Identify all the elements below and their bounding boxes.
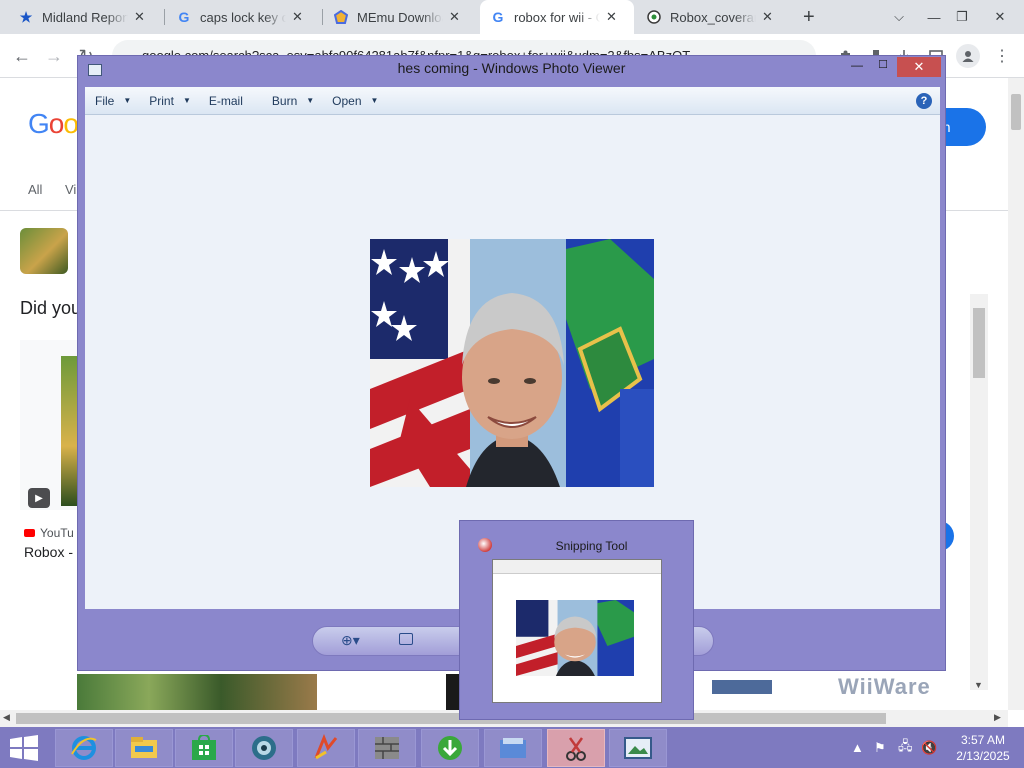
close-tab-icon[interactable]: ✕ (449, 9, 460, 25)
kebab-menu-icon[interactable]: ⋮ (990, 44, 1014, 68)
wiiware-logo-text[interactable]: WiiWare (838, 674, 931, 700)
menu-open[interactable]: Open ▼ (323, 87, 387, 115)
panel-scrollbar[interactable]: ▼ (970, 294, 988, 690)
close-tab-icon[interactable]: ✕ (134, 9, 145, 25)
photo-viewer-menubar: File ▼ Print ▼ E-mail Burn ▼ Open ▼ ? (85, 87, 940, 115)
tab-search-chevron-icon[interactable]: ⌵ (882, 0, 916, 34)
scroll-thumb[interactable] (16, 713, 886, 724)
popup-title: Snipping Tool (555, 539, 628, 553)
tab-title: robox for wii - G (514, 9, 600, 25)
file-explorer-icon[interactable] (115, 729, 173, 767)
internet-explorer-icon[interactable] (55, 729, 113, 767)
result-title[interactable]: Robox - (24, 544, 73, 560)
wikipedia-icon (646, 9, 662, 25)
preview-toolbar (493, 560, 661, 574)
menu-print[interactable]: Print ▼ (140, 87, 200, 115)
photo-viewer-icon[interactable] (609, 729, 667, 767)
close-tab-icon[interactable]: ✕ (606, 9, 617, 25)
back-arrow-icon[interactable]: ← (8, 42, 36, 70)
video-thumbnail[interactable] (61, 356, 77, 506)
network-icon[interactable]: 🖧 (898, 727, 913, 768)
browser-tab[interactable]: Robox_coverart. ✕ (636, 0, 783, 34)
action-center-flag-icon[interactable]: ⚑ (874, 727, 886, 768)
close-tab-icon[interactable]: ✕ (292, 9, 303, 25)
volume-muted-icon[interactable]: 🔇 (921, 727, 937, 768)
browser-tab-strip: ★ Midland Reporte ✕ G caps lock key on ✕… (0, 0, 1024, 34)
minimize-button[interactable]: — (846, 58, 868, 76)
tab-title: Robox_coverart. (670, 9, 756, 25)
download-manager-icon[interactable] (421, 729, 479, 767)
scroll-thumb[interactable] (973, 308, 985, 378)
youtube-source: YouTu (24, 526, 74, 540)
google-logo: Goo (28, 108, 79, 139)
browser-tab[interactable]: MEmu Downloa ✕ (323, 0, 470, 34)
snipping-tool-icon[interactable] (547, 729, 605, 767)
result-thumbnail[interactable] (20, 228, 68, 274)
menu-email[interactable]: E-mail (200, 87, 263, 115)
paint-app-icon[interactable] (297, 729, 355, 767)
browser-tab-active[interactable]: G robox for wii - G ✕ (480, 0, 634, 34)
new-tab-button[interactable]: + (803, 6, 815, 29)
filter-all-tab[interactable]: All (28, 182, 42, 197)
menu-file[interactable]: File ▼ (85, 87, 140, 115)
store-icon[interactable] (175, 729, 233, 767)
window-title: hes coming - Windows Photo Viewer (397, 60, 626, 76)
google-g-icon: G (178, 9, 190, 25)
restore-icon[interactable]: ❐ (945, 0, 979, 34)
tab-separator (164, 9, 165, 25)
globe-app-icon[interactable] (235, 729, 293, 767)
filter-videos-tab[interactable]: Vi (65, 182, 76, 197)
image-result[interactable] (77, 674, 317, 710)
clock-time: 3:57 AM (960, 733, 1006, 747)
profile-avatar-icon[interactable] (956, 44, 980, 68)
scroll-right-arrow-icon[interactable]: ▶ (994, 712, 1001, 723)
maximize-button[interactable]: ☐ (872, 58, 894, 76)
image-result[interactable] (446, 674, 460, 710)
windows-taskbar: ▲ ⚑ 🖧 🔇 3:57 AM 2/13/2025 (0, 727, 1024, 768)
preview-photo (516, 600, 634, 676)
snipping-tool-thumbnail-popup[interactable]: Snipping Tool (459, 520, 694, 720)
scroll-thumb[interactable] (1011, 94, 1021, 130)
start-windows-icon[interactable] (10, 735, 38, 764)
image-result[interactable] (712, 680, 772, 694)
scroll-left-arrow-icon[interactable]: ◀ (3, 712, 10, 723)
close-tab-icon[interactable]: ✕ (762, 9, 773, 25)
browser-tab[interactable]: ★ Midland Reporte ✕ (8, 0, 155, 34)
actual-size-icon[interactable] (399, 633, 413, 645)
did-you-mean-heading: Did you (20, 298, 82, 318)
folder-app-icon[interactable] (484, 729, 542, 767)
forward-arrow-icon[interactable]: → (40, 42, 68, 70)
dropdown-arrow-icon: ▼ (370, 96, 379, 105)
youtube-icon (24, 529, 35, 537)
help-icon[interactable]: ? (916, 93, 932, 109)
dropdown-arrow-icon: ▼ (306, 96, 315, 105)
scroll-down-arrow-icon[interactable]: ▼ (974, 680, 983, 690)
tab-title: Midland Reporte (42, 9, 128, 25)
browser-tab[interactable]: G caps lock key on ✕ (166, 0, 313, 34)
page-vertical-scrollbar[interactable] (1008, 78, 1024, 710)
displayed-photo (370, 239, 654, 487)
dropdown-arrow-icon: ▼ (182, 96, 191, 105)
dropdown-arrow-icon: ▼ (123, 96, 132, 105)
window-preview[interactable] (492, 559, 662, 703)
google-g-icon: G (492, 9, 504, 25)
zoom-magnifier-icon[interactable]: ⊕▾ (341, 632, 360, 649)
menu-burn[interactable]: Burn ▼ (263, 87, 323, 115)
memu-icon (333, 9, 349, 25)
star-icon: ★ (19, 8, 33, 25)
tab-title: MEmu Downloa (357, 9, 443, 25)
system-clock[interactable]: 3:57 AM 2/13/2025 (952, 732, 1014, 764)
bricks-app-icon[interactable] (358, 729, 416, 767)
clock-date: 2/13/2025 (956, 749, 1010, 763)
close-button[interactable]: ✕ (897, 57, 941, 77)
tray-overflow-icon[interactable]: ▲ (851, 727, 864, 768)
play-icon[interactable]: ▶ (28, 488, 50, 508)
close-window-icon[interactable]: ✕ (983, 0, 1017, 34)
tab-title: caps lock key on (200, 9, 286, 25)
